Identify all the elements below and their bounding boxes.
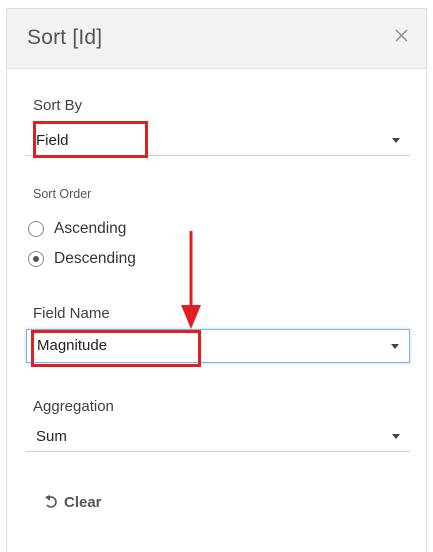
sort-order-label: Sort Order bbox=[33, 187, 92, 201]
radio-ascending-circle[interactable] bbox=[28, 221, 44, 237]
sort-dialog: Sort [Id] bbox=[6, 8, 427, 552]
dialog-header: Sort [Id] bbox=[7, 9, 426, 69]
clear-label: Clear bbox=[64, 494, 102, 511]
aggregation-value: Sum bbox=[36, 428, 67, 445]
field-name-select[interactable]: Magnitude bbox=[26, 329, 410, 363]
radio-selected-dot bbox=[33, 256, 39, 262]
close-icon bbox=[395, 29, 408, 42]
close-button[interactable] bbox=[390, 23, 414, 47]
undo-icon bbox=[45, 495, 57, 508]
radio-descending-circle[interactable] bbox=[28, 251, 44, 267]
aggregation-select[interactable]: Sum bbox=[26, 422, 410, 452]
chevron-down-icon bbox=[391, 344, 399, 349]
radio-ascending-label: Ascending bbox=[54, 220, 127, 237]
chevron-down-icon bbox=[392, 434, 400, 439]
sort-by-value: Field bbox=[36, 132, 69, 149]
sort-by-select[interactable]: Field bbox=[26, 126, 410, 156]
field-name-label: Field Name bbox=[33, 305, 110, 322]
chevron-down-icon bbox=[392, 138, 400, 143]
dialog-title: Sort [Id] bbox=[27, 26, 103, 49]
aggregation-label: Aggregation bbox=[33, 398, 114, 415]
clear-button[interactable]: Clear bbox=[40, 490, 130, 516]
sort-by-label: Sort By bbox=[33, 97, 83, 114]
radio-descending-label: Descending bbox=[54, 250, 136, 267]
field-name-value: Magnitude bbox=[37, 337, 108, 354]
